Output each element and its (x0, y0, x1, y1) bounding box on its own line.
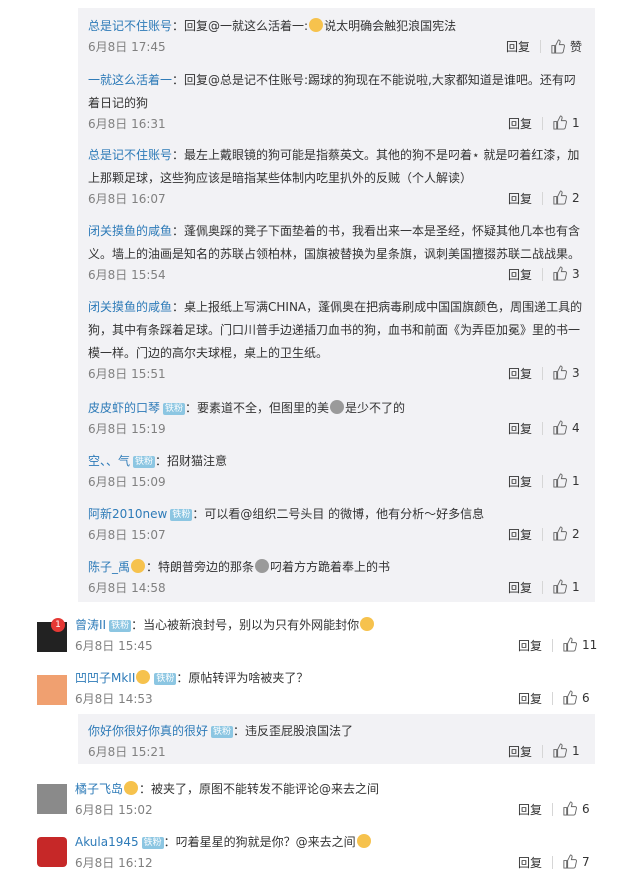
reply-comment: 你好你很好你真的很好 铁粉 ：违反歪屁股浪国法了 6月8日 15:21 回复 1 (88, 724, 580, 759)
avatar[interactable] (37, 837, 67, 867)
comment-5: 闭关摸鱼的咸鱼：桌上报纸上写满CHINA，蓬佩奥在把病毒刷成中国国旗颜色，周围递… (88, 300, 583, 381)
comment-9: 陈子_禹 ：特朗普旁边的那条 叼着方方跪着奉上的书 6月8日 14:58 回复 1 (88, 559, 580, 595)
main-comment-1: 曾涛II 铁粉 ：当心被新浪封号，别以为只有外网能封你 6月8日 15:45 回复 11 (75, 617, 598, 653)
comment-6: 皮皮虾的口琴 铁粉 ：要素道不全，但图里的美 是少不了的 6月8日 15:19 回复 4 (88, 400, 580, 436)
comment-2: 一就这么活着一：回复@总是记不住账号:踢球的狗现在不能说啦,大家都知道是谁吧。还… (88, 73, 580, 132)
avatar[interactable] (37, 784, 67, 814)
avatar-emoji (309, 18, 324, 32)
comment-7: 空、、气 铁粉 ：招财猫注意 6月8日 15:09 回复 1 (88, 454, 580, 489)
notification-badge: 1 (51, 618, 65, 632)
like-button[interactable]: 赞 (550, 38, 582, 55)
thumb-up-icon (563, 637, 577, 652)
thumb-up-icon (553, 365, 567, 380)
reply-button[interactable]: 回复 (508, 115, 532, 132)
thumb-up-icon (553, 526, 567, 541)
comment-8: 阿新2010new 铁粉 ：可以看@组织二号头目 的微博，他有分析～好多信息 6月8… (88, 507, 580, 542)
thumb-up-icon (551, 39, 565, 54)
thumb-up-icon (553, 579, 567, 594)
main-comment-4: Akula1945 铁粉 ：叼着星星的狗就是你？@来去之间 6月8日 16:12 回复… (75, 834, 590, 870)
thumb-up-icon (553, 115, 567, 130)
main-comment-2: 凹凹子MkII 铁粉 ：原帖转评为啥被夹了？ 6月8日 14:53 回复 6 (75, 670, 590, 706)
reply-button[interactable]: 回复 (506, 38, 530, 55)
thumb-up-icon (553, 420, 567, 435)
thumb-up-icon (553, 743, 567, 758)
thumb-up-icon (553, 190, 567, 205)
thumb-up-icon (563, 801, 577, 816)
thumb-up-icon (563, 690, 577, 705)
thumb-up-icon (563, 854, 577, 869)
like-button[interactable]: 1 (552, 115, 580, 130)
thumb-up-icon (553, 473, 567, 488)
comment-4: 闭关摸鱼的咸鱼：蓬佩奥踩的凳子下面垫着的书，我看出来一本是圣经，怀疑其他几本也有… (88, 224, 581, 282)
comment-3: 总是记不住账号：最左上戴眼镜的狗可能是指蔡英文。其他的狗不是叼着⋆ 就是叼着红漆… (88, 148, 580, 206)
badge: 铁粉 (163, 403, 186, 415)
thumb-up-icon (553, 266, 567, 281)
avatar[interactable] (37, 675, 67, 705)
commenter-name[interactable]: 总是记不住账号 (88, 19, 172, 33)
main-comment-3: 橘子飞岛 ：被夹了，原图不能转发不能评论@来去之间 6月8日 15:02 回复 6 (75, 781, 590, 817)
comment-1: 总是记不住账号：回复@一就这么活着一: 说太明确会触犯浪国宪法 6月8日 17:4… (88, 18, 583, 55)
